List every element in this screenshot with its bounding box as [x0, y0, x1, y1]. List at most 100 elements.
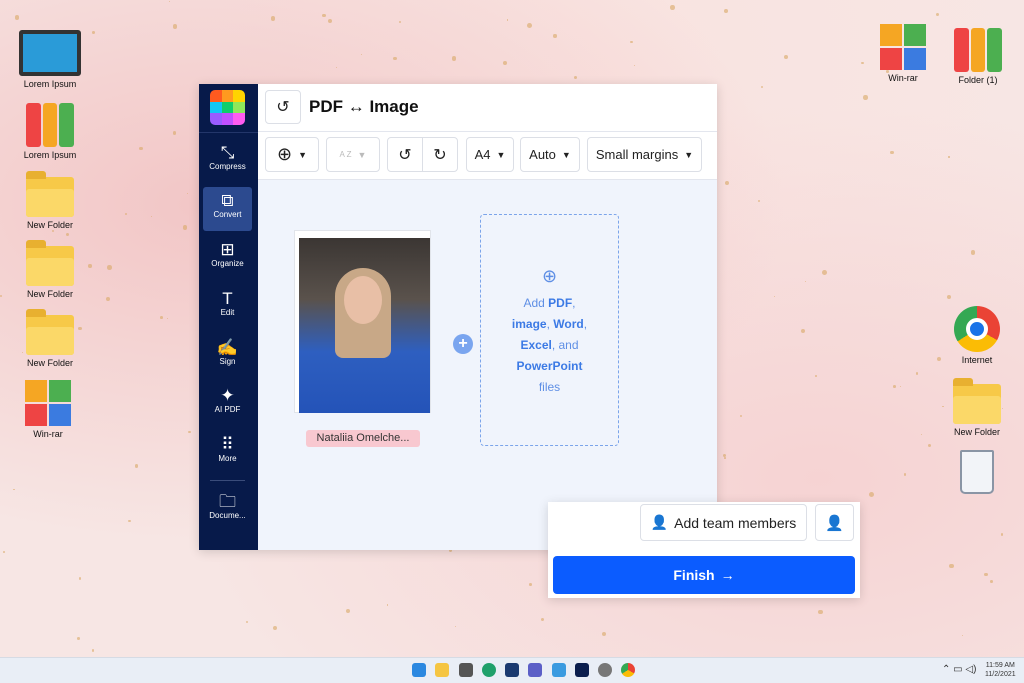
chrome-icon[interactable] [621, 663, 635, 677]
desktop-icon-winrar[interactable]: Win-rar [13, 380, 83, 439]
desktop-icon-lorem-ipsum-2[interactable]: Lorem Ipsum [15, 103, 85, 160]
finish-button[interactable]: Finish → [553, 556, 855, 594]
margins-dropdown[interactable]: Small margins ▼ [587, 137, 702, 172]
settings-icon[interactable] [598, 663, 612, 677]
sidebar-label: More [218, 454, 237, 463]
speckle [79, 577, 82, 580]
icon-label: Win-rar [33, 429, 63, 439]
grid-icon: ⠿ [221, 435, 234, 454]
chevron-down-icon: ▼ [496, 149, 506, 160]
speckle [327, 18, 332, 23]
speckle [760, 86, 763, 89]
speckle [574, 75, 578, 79]
speckle [961, 635, 963, 637]
desktop-icon-folder-1[interactable]: Folder (1) [943, 28, 1013, 85]
undo-arrow-icon: ↺ [276, 99, 290, 116]
edge-icon[interactable] [482, 663, 496, 677]
back-button[interactable]: ↺ [265, 90, 301, 124]
desktop-icon-winrar-right[interactable]: Win-rar [868, 24, 938, 83]
add-file-dropdown[interactable]: ⊕ ▼ [265, 137, 319, 172]
icon-label: Folder (1) [958, 75, 998, 85]
organize-icon: ⊞ [220, 240, 235, 259]
add-team-members-button[interactable]: 👤 Add team members [640, 504, 807, 541]
clock[interactable]: 11:59 AM 11/2/2021 [985, 661, 1016, 679]
start-icon[interactable] [412, 663, 426, 677]
icon-label: New Folder [26, 220, 73, 230]
speckle [135, 464, 139, 468]
speckle [124, 213, 127, 216]
dz-image: image [511, 317, 547, 331]
sidebar-item-ai-pdf[interactable]: ✦ AI PDF [203, 382, 252, 426]
speckle [322, 14, 326, 18]
add-user-icon: 👤 [650, 514, 669, 530]
winrar-icon [880, 24, 926, 70]
sidebar-label: Convert [213, 210, 242, 219]
active-app-icon[interactable] [575, 663, 589, 677]
speckle [990, 580, 994, 584]
speckle [182, 225, 187, 230]
speckle [890, 150, 895, 155]
insert-file-button[interactable]: + [453, 334, 473, 354]
file-dropzone[interactable]: ⊕ Add PDF, image, Word, Excel, and Power… [480, 214, 619, 446]
icon-label: New Folder [953, 427, 1000, 437]
speckle [670, 5, 675, 10]
sidebar-item-edit[interactable]: T Edit [203, 285, 252, 329]
speckle [167, 317, 169, 319]
sidebar-item-documents[interactable]: 🗀 Docume... [203, 488, 252, 532]
speckle [893, 384, 897, 388]
speckle [92, 31, 96, 34]
speckle [724, 181, 729, 186]
icon-label: New Folder [26, 358, 73, 368]
sidebar-label: AI PDF [214, 405, 241, 414]
speckle [399, 20, 402, 23]
app-logo[interactable] [210, 90, 245, 125]
sidebar-item-compress[interactable]: ⤡ Compress [203, 139, 252, 183]
speckle [920, 433, 923, 436]
chevron-down-icon: ▼ [561, 149, 571, 160]
speckle [935, 12, 939, 16]
speckle [861, 61, 864, 65]
speckle [805, 280, 807, 282]
desktop-icon-new-folder-right[interactable]: New Folder [942, 378, 1012, 437]
speckle [168, 0, 171, 3]
sort-az-icon: A Z [339, 150, 352, 159]
time: 11:59 AM [985, 662, 1015, 669]
page-size-value: A4 [474, 147, 491, 162]
page-size-dropdown[interactable]: A4 ▼ [466, 137, 514, 172]
rotate-right-button[interactable]: ↻ [422, 137, 458, 172]
app-icon[interactable] [552, 663, 566, 677]
folder-icon [953, 378, 1001, 424]
folder-icon [26, 240, 74, 286]
sidebar-item-sign[interactable]: ✍ Sign [203, 334, 252, 378]
orientation-dropdown[interactable]: Auto ▼ [520, 137, 580, 172]
speckle [160, 316, 164, 320]
user-icon: 👤 [825, 514, 844, 532]
recycle-bin-icon[interactable] [960, 450, 994, 494]
file-thumbnail[interactable] [294, 230, 431, 413]
desktop-icon-new-folder-3[interactable]: New Folder [15, 309, 85, 368]
add-team-label: Add team members [674, 514, 797, 531]
file-explorer-icon[interactable] [435, 663, 449, 677]
icon-label: New Folder [26, 289, 73, 299]
app-header: ↺ PDF ↔ Image [258, 84, 717, 132]
sort-dropdown[interactable]: A Z ▼ [326, 137, 380, 172]
rotate-left-button[interactable]: ↺ [387, 137, 423, 172]
margins-value: Small margins [595, 147, 679, 162]
store-icon[interactable] [505, 663, 519, 677]
speckle [393, 57, 397, 61]
sidebar-label: Edit [220, 308, 235, 317]
account-button[interactable]: 👤 [815, 504, 854, 541]
teams-icon[interactable] [528, 663, 542, 677]
desktop-icon-lorem-ipsum-1[interactable]: Lorem Ipsum [15, 30, 85, 89]
tray-icons[interactable]: ⌃ ▭ ◁) [942, 664, 976, 675]
sidebar-item-more[interactable]: ⠿ More [203, 431, 252, 475]
desktop-icon-new-folder-2[interactable]: New Folder [15, 240, 85, 299]
sidebar-item-convert[interactable]: ⧉ Convert [203, 187, 252, 231]
desktop-icon-internet[interactable]: Internet [942, 306, 1012, 365]
camera-icon[interactable] [459, 663, 473, 677]
rotate-left-icon: ↺ [398, 146, 412, 164]
desktop-icon-new-folder-1[interactable]: New Folder [15, 171, 85, 230]
sidebar-item-organize[interactable]: ⊞ Organize [203, 236, 252, 280]
speckle [246, 621, 249, 624]
speckle [172, 24, 178, 29]
